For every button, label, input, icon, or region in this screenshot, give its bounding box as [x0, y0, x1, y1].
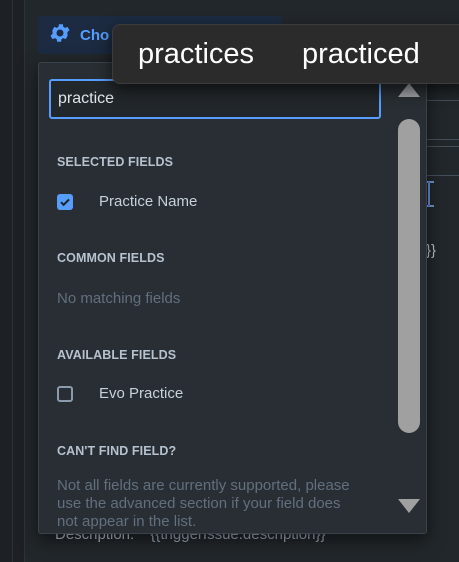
- selected-fields-heading: SELECTED FIELDS: [57, 155, 174, 169]
- suggestion-item[interactable]: practiced: [302, 38, 420, 71]
- scroll-up-arrow-icon[interactable]: [398, 83, 420, 97]
- choose-fields-label: Cho: [80, 26, 110, 44]
- template-brace-fragment: }}: [426, 242, 437, 259]
- suggestion-item[interactable]: practices: [138, 38, 254, 71]
- field-option-practice-name[interactable]: Practice Name: [57, 193, 197, 210]
- scrollbar-thumb[interactable]: [398, 119, 420, 433]
- app-root: Cho }} Description: {{triggerIssue.descr…: [0, 0, 459, 562]
- field-option-label: Practice Name: [99, 193, 198, 210]
- checkbox-checked-icon[interactable]: [57, 193, 73, 210]
- field-option-evo-practice[interactable]: Evo Practice: [57, 385, 183, 402]
- common-fields-heading: COMMON FIELDS: [57, 251, 165, 265]
- available-fields-heading: AVAILABLE FIELDS: [57, 348, 177, 362]
- left-divider: [12, 0, 13, 562]
- field-search-input[interactable]: [49, 79, 381, 119]
- field-option-label: Evo Practice: [99, 385, 184, 402]
- checkbox-unchecked-icon[interactable]: [57, 385, 73, 402]
- field-picker-dropdown: SELECTED FIELDS Practice Name COMMON FIE…: [38, 62, 427, 534]
- no-matching-fields-note: No matching fields: [57, 290, 181, 307]
- spelling-suggestions-bar: practices practiced pr: [112, 24, 459, 84]
- gear-icon: [48, 21, 72, 49]
- cant-find-field-heading: CAN'T FIND FIELD?: [57, 444, 177, 458]
- cant-find-field-help-text: Not all fields are currently supported, …: [57, 477, 350, 530]
- scroll-down-arrow-icon[interactable]: [398, 499, 420, 513]
